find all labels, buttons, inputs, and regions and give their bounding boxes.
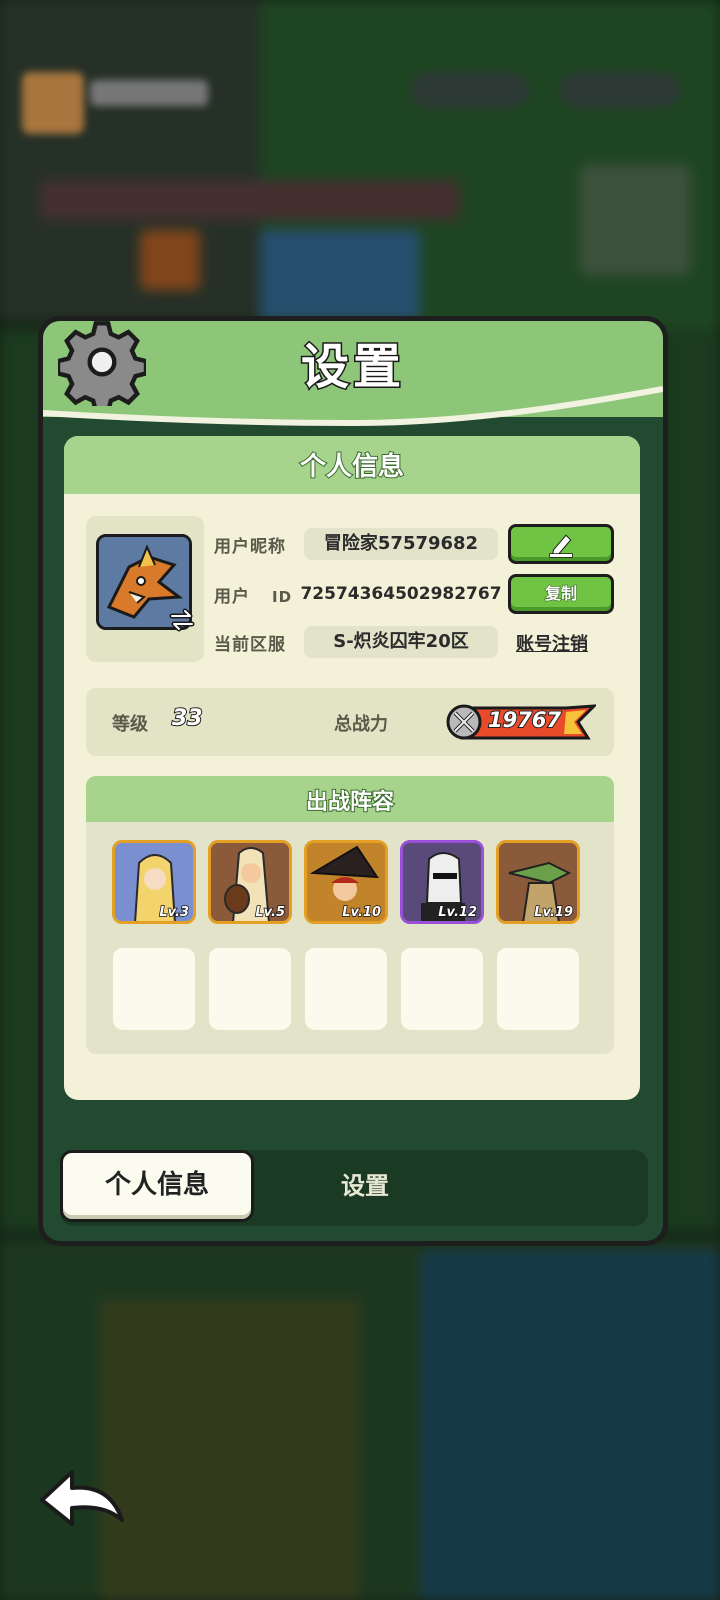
tab-bar: 个人信息 设置	[60, 1150, 648, 1226]
empty-hero-slot[interactable]	[113, 948, 195, 1030]
hud-avatar	[22, 72, 84, 134]
hero-level: Lv.3	[159, 904, 190, 921]
hud-name-bar	[90, 80, 208, 106]
hero-card[interactable]: Lv.19	[496, 840, 580, 924]
user-id-label-prefix: 用户	[214, 587, 250, 607]
server-label: 当前区服	[214, 635, 286, 655]
hud-resource-gold	[560, 72, 680, 108]
pencil-icon	[549, 534, 573, 558]
hero-level: Lv.19	[534, 904, 574, 921]
hud-resource-gems	[410, 72, 530, 108]
user-id-label-suffix: ID	[272, 588, 293, 606]
empty-hero-slot[interactable]	[497, 948, 579, 1030]
gear-icon	[58, 321, 146, 406]
hero-level: Lv.10	[342, 904, 382, 921]
user-id-label: 用户 ID	[214, 582, 292, 607]
profile-card-header: 个人信息	[64, 436, 640, 494]
level-value: 33	[171, 705, 204, 732]
back-arrow-icon[interactable]	[38, 1464, 128, 1528]
user-id-value: 72574364502982767	[300, 584, 502, 604]
hero-card[interactable]: Lv.3	[112, 840, 196, 924]
swap-icon[interactable]	[168, 608, 196, 632]
server-field: S-炽炎囚牢20区	[304, 626, 498, 658]
tab-settings[interactable]: 设置	[300, 1150, 430, 1222]
hero-level: Lv.5	[255, 904, 286, 921]
level-label: 等级	[112, 714, 148, 735]
copy-id-button[interactable]: 复制	[508, 574, 614, 614]
avatar-container[interactable]	[86, 516, 204, 662]
hero-card[interactable]: Lv.10	[304, 840, 388, 924]
edit-nickname-button[interactable]	[508, 524, 614, 564]
hero-card[interactable]: Lv.12	[400, 840, 484, 924]
nickname-label: 用户昵称	[214, 537, 286, 557]
hero-card[interactable]: Lv.5	[208, 840, 292, 924]
power-label: 总战力	[334, 714, 388, 735]
tab-profile[interactable]: 个人信息	[60, 1150, 254, 1222]
profile-card-title: 个人信息	[299, 451, 405, 483]
lineup-header: 出战阵容	[86, 776, 614, 822]
stats-bar: 等级 33 总战力 19767	[86, 688, 614, 756]
lineup-section: 出战阵容 Lv.3 Lv.5 Lv.10 Lv.12 Lv.19	[86, 776, 614, 1054]
hero-level: Lv.12	[438, 904, 478, 921]
lineup-title: 出战阵容	[305, 789, 395, 816]
profile-card: 个人信息 用户昵称 冒险家57579682 用户 ID 725743645029…	[64, 436, 640, 1100]
nickname-field: 冒险家57579682	[304, 528, 498, 560]
delete-account-link[interactable]: 账号注销	[516, 630, 588, 656]
empty-hero-slot[interactable]	[209, 948, 291, 1030]
empty-hero-slot[interactable]	[401, 948, 483, 1030]
empty-hero-slot[interactable]	[305, 948, 387, 1030]
power-value: 19767	[487, 707, 562, 733]
